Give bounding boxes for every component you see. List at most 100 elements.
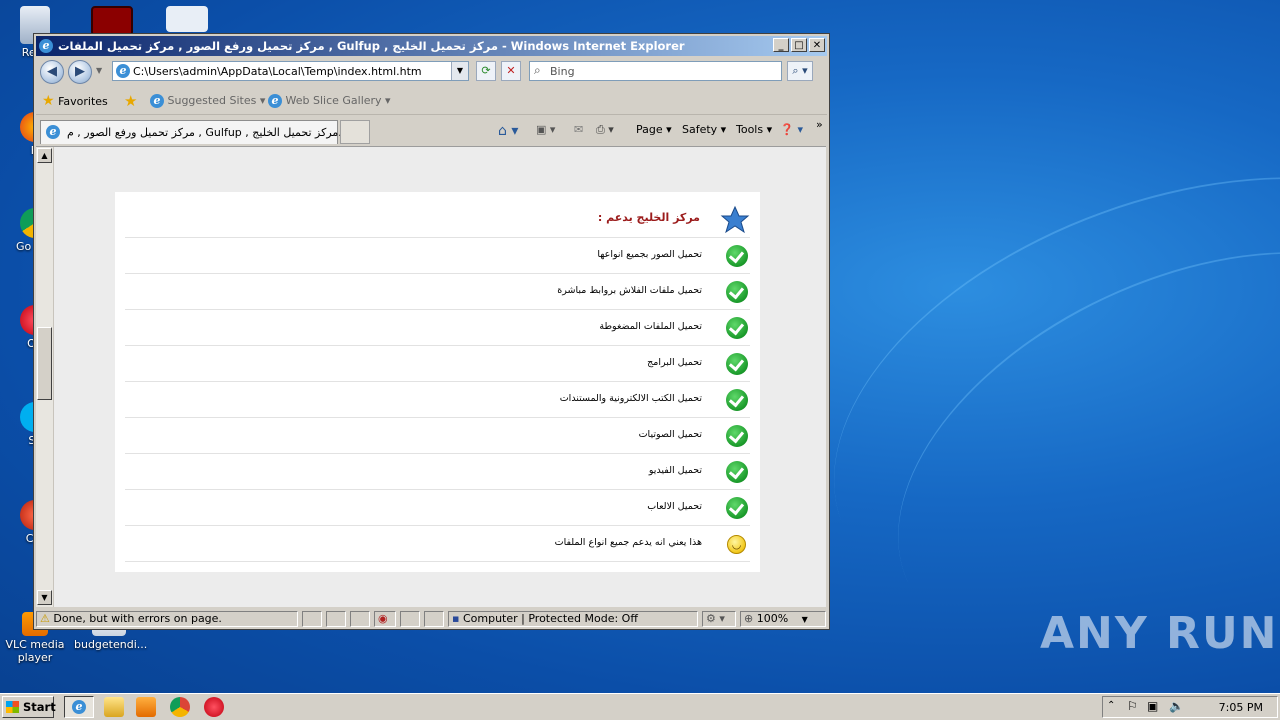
clock[interactable]: 7:05 PM <box>1219 701 1263 714</box>
search-field[interactable]: ⌕ Bing <box>529 61 782 81</box>
window-title: مركز تحميل ورفع الصور , مركز تحميل الملف… <box>58 39 685 53</box>
search-icon: ⌕ <box>534 63 541 77</box>
ie-logo-icon: e <box>39 39 53 53</box>
anyrun-watermark: ANY RUN <box>1040 608 1279 659</box>
feature-text: تحميل الملفات المضغوطة <box>599 321 702 332</box>
status-message: Done, but with errors on page. <box>53 612 222 625</box>
scroll-up-button[interactable]: ▲ <box>37 148 52 163</box>
more-commands-chevron[interactable]: » <box>816 118 823 131</box>
stop-button[interactable]: ✕ <box>501 61 521 81</box>
status-message-cell[interactable]: ⚠ Done, but with errors on page. <box>36 611 298 627</box>
word-icon <box>166 6 208 32</box>
minimize-button[interactable]: _ <box>773 38 789 52</box>
computer-icon: ▪ <box>452 612 460 625</box>
check-icon <box>726 389 748 411</box>
scroll-down-button[interactable]: ▼ <box>37 590 52 605</box>
feature-row: تحميل ملفات الفلاش بروابط مباشرة <box>125 274 750 310</box>
zoom-dropdown-icon: ▼ <box>801 615 808 624</box>
tab-bar: e مركز تحميل ورفع الصور , م , Gulfup , م… <box>36 118 827 146</box>
feature-row: تحميل الالعاب <box>125 490 750 526</box>
protected-mode-cell[interactable]: ⚙ ▾ <box>702 611 736 627</box>
forward-button[interactable]: ▶ <box>68 60 92 84</box>
status-bar: ⚠ Done, but with errors on page. ◉ ▪ Com… <box>36 610 827 628</box>
address-url: C:\Users\admin\AppData\Local\Temp\index.… <box>133 65 422 78</box>
page-content: ▲ ▼ مركز الخليج يدعم : تحميل الصور بجميع… <box>36 146 826 607</box>
status-pane-blank <box>302 611 322 627</box>
show-hidden-icons-chevron[interactable]: ⌃ <box>1107 700 1115 711</box>
close-button[interactable]: ✕ <box>809 38 825 52</box>
home-icon[interactable]: ⌂ ▾ <box>498 123 518 139</box>
vertical-scrollbar[interactable]: ▲ ▼ <box>36 147 54 607</box>
add-to-favorites-icon[interactable]: ★ <box>124 92 137 110</box>
suggested-sites-button[interactable]: e Suggested Sites ▾ <box>150 94 265 108</box>
start-button[interactable]: Start <box>2 696 56 718</box>
security-zone: Computer | Protected Mode: Off <box>462 612 638 625</box>
taskbar-ie-icon: e <box>72 700 86 714</box>
feature-text: تحميل الفيديو <box>648 465 702 476</box>
maximize-button[interactable]: □ <box>791 38 807 52</box>
check-icon <box>726 317 748 339</box>
taskbar-media-player-icon[interactable] <box>136 697 156 717</box>
title-bar[interactable]: e مركز تحميل ورفع الصور , مركز تحميل الم… <box>36 36 827 56</box>
print-icon[interactable]: ⎙ ▾ <box>596 123 614 137</box>
star-icon <box>720 205 750 234</box>
feature-row: تحميل الصوتيات <box>125 418 750 454</box>
action-center-flag-icon[interactable]: ⚐ <box>1127 699 1138 713</box>
favorites-button[interactable]: ★ Favorites <box>42 93 108 109</box>
search-go-button[interactable]: ⌕ ▾ <box>787 61 813 81</box>
web-slice-gallery-button[interactable]: e Web Slice Gallery ▾ <box>268 94 391 108</box>
security-zone-cell[interactable]: ▪ Computer | Protected Mode: Off <box>448 611 698 627</box>
feature-row: تحميل الفيديو <box>125 454 750 490</box>
feature-row: ◡ هذا يعني انه يدعم جميع انواع الملفات <box>125 526 750 562</box>
check-icon <box>726 497 748 519</box>
scroll-thumb[interactable] <box>37 327 52 400</box>
new-tab-button[interactable] <box>340 120 370 144</box>
help-icon[interactable]: ❓ ▾ <box>780 123 803 136</box>
desktop-icon-word[interactable] <box>152 6 222 34</box>
page-icon: e <box>116 64 130 78</box>
system-tray: ⌃ ⚐ ▣ 🔈 7:05 PM <box>1102 696 1278 718</box>
read-mail-icon[interactable]: ✉ <box>574 123 583 136</box>
tools-menu[interactable]: Tools ▾ <box>736 123 772 136</box>
ie-window: e مركز تحميل ورفع الصور , مركز تحميل الم… <box>33 33 830 630</box>
feature-text: تحميل البرامج <box>647 357 702 368</box>
feature-row: تحميل البرامج <box>125 346 750 382</box>
check-icon <box>726 425 748 447</box>
search-input: Bing <box>550 65 575 78</box>
zoom-icon: ⊕ <box>744 612 754 625</box>
back-button[interactable]: ◀ <box>40 60 64 84</box>
pdf-icon <box>91 6 133 36</box>
feature-row: تحميل الملفات المضغوطة <box>125 310 750 346</box>
taskbar-explorer-icon[interactable] <box>104 697 124 717</box>
address-toolbar: ◀ ▶ ▼ e C:\Users\admin\AppData\Local\Tem… <box>36 58 827 86</box>
panel-title: مركز الخليج يدعم : <box>597 211 700 224</box>
address-field[interactable]: e C:\Users\admin\AppData\Local\Temp\inde… <box>112 61 469 81</box>
warning-icon: ⚠ <box>40 612 50 625</box>
tab-active[interactable]: e مركز تحميل ورفع الصور , م , Gulfup , م… <box>40 120 349 144</box>
feature-row: تحميل الكتب الالكترونية والمستندات <box>125 382 750 418</box>
refresh-button[interactable]: ⟳ <box>476 61 496 81</box>
status-pane-blank <box>400 611 420 627</box>
lock-dropdown-icon: ⚙ ▾ <box>706 612 725 625</box>
feeds-icon[interactable]: ▣ ▾ <box>536 123 555 136</box>
feature-text: هذا يعني انه يدعم جميع انواع الملفات <box>554 537 702 548</box>
taskbar-ie-button[interactable]: e <box>64 696 94 718</box>
address-dropdown-icon[interactable]: ▼ <box>451 62 468 80</box>
recent-pages-dropdown-icon[interactable]: ▼ <box>96 66 102 75</box>
feature-text: تحميل ملفات الفلاش بروابط مباشرة <box>557 285 702 296</box>
check-icon <box>726 245 748 267</box>
safety-menu[interactable]: Safety ▾ <box>682 123 726 136</box>
volume-icon[interactable]: 🔈 <box>1169 699 1184 713</box>
network-icon[interactable]: ▣ <box>1147 699 1158 713</box>
taskbar-chrome-icon[interactable] <box>170 697 190 717</box>
web-slice-icon: e <box>268 94 282 108</box>
privacy-report-cell[interactable]: ◉ <box>374 611 396 627</box>
status-pane-blank <box>350 611 370 627</box>
tab-page-icon: e <box>46 125 60 139</box>
privacy-eye-icon: ◉ <box>378 612 388 625</box>
favorites-star-icon: ★ <box>42 93 55 109</box>
page-menu[interactable]: Page ▾ <box>636 123 672 136</box>
smile-icon: ◡ <box>727 535 746 554</box>
zoom-cell[interactable]: ⊕ 100% ▼ <box>740 611 826 627</box>
taskbar-opera-icon[interactable] <box>204 697 224 717</box>
